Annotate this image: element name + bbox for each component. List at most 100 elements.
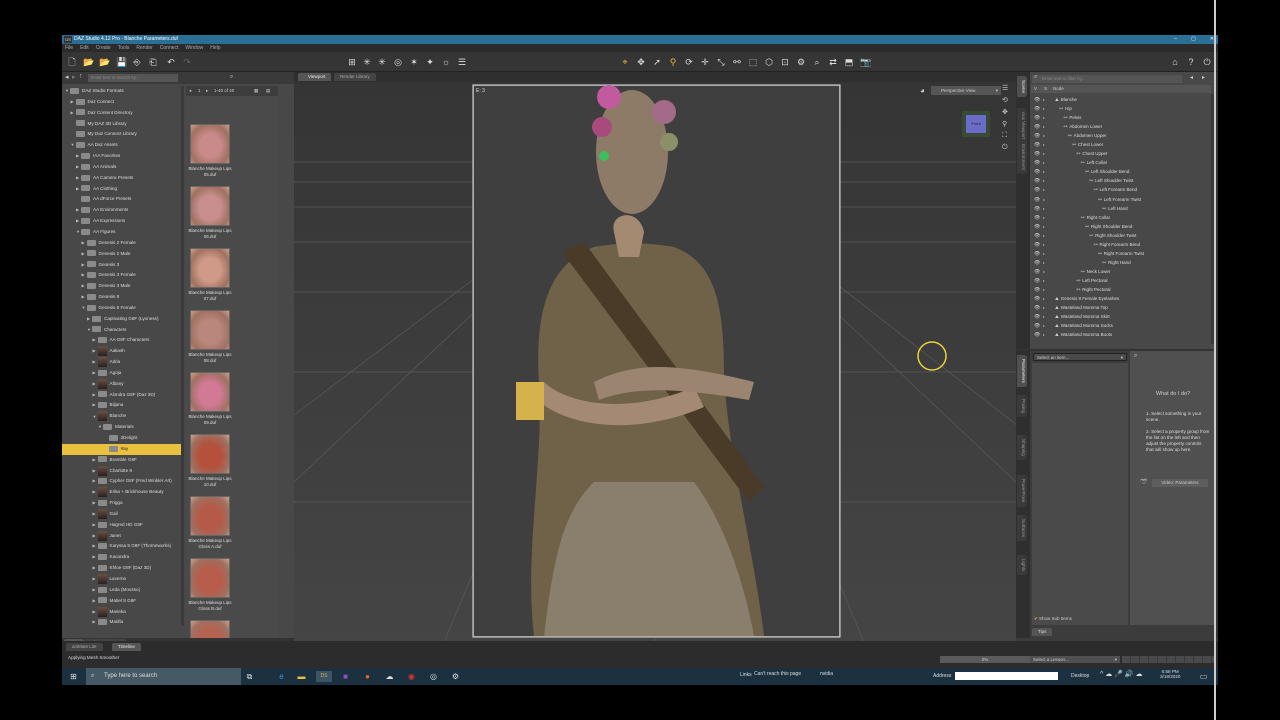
scene-node[interactable]: 👁 ▸ ⚯ Left Pectoral	[1031, 276, 1211, 285]
grid-view-icon[interactable]: ▦	[254, 86, 258, 96]
scene-node[interactable]: 👁 ▸ ⛰ Wasteland Momma Boots	[1031, 330, 1211, 339]
reset-view-icon[interactable]: ⏻	[1002, 144, 1008, 152]
scene-back-icon[interactable]: ◂	[1190, 74, 1193, 81]
next-page-icon[interactable]: ▸	[206, 86, 208, 96]
scene-node[interactable]: 👁 ▸ ⚯ Left Forearm Bend	[1031, 185, 1211, 194]
joint-editor-icon[interactable]: ⚯	[732, 57, 742, 67]
file-explorer-icon[interactable]: ▬	[296, 671, 307, 682]
scene-node[interactable]: 👁 ▸ ⚯ Chest Lower	[1031, 140, 1211, 149]
tree-item[interactable]: ▶ Gail	[62, 508, 182, 520]
view-cube[interactable]: Front	[966, 115, 986, 133]
scene-node[interactable]: 👁 ▸ ⚯ Right Collar	[1031, 213, 1211, 222]
selectable-icon[interactable]: ▸	[1043, 312, 1051, 321]
selectable-icon[interactable]: ▸	[1043, 158, 1051, 167]
scene-node[interactable]: 👁 ▸ ⛰ Wasteland Momma Socks	[1031, 321, 1211, 330]
lips-thumbnail[interactable]	[190, 558, 230, 598]
universal-tool-icon[interactable]: ✥	[636, 57, 646, 67]
selectable-icon[interactable]: ▸	[1043, 140, 1051, 149]
scene-node[interactable]: 👁 ▸ ⚯ Abdomen Lower	[1031, 122, 1211, 131]
selectable-icon[interactable]: ▸	[1043, 249, 1051, 258]
tree-item[interactable]: ▶ Alondra G8F (Daz 3D)	[62, 390, 182, 401]
zoom-icon[interactable]: ⚲	[1002, 120, 1007, 128]
vtab-environment[interactable]: Environment	[1017, 140, 1027, 174]
col-visible[interactable]: V	[1034, 85, 1037, 93]
lesson-select[interactable]: Select a Lesson... ▾	[1030, 656, 1120, 663]
collapsed-arrow-icon[interactable]: ▶	[93, 476, 98, 487]
lips-thumbnail[interactable]	[190, 124, 230, 164]
task-view-icon[interactable]: ⧉	[244, 671, 255, 682]
tree-item[interactable]: ▶ Laverne	[62, 573, 182, 585]
tree-item[interactable]: ▶ Cypher G8F (Fred Winkler Art)	[62, 476, 182, 487]
selectable-icon[interactable]: ▸	[1043, 104, 1051, 113]
collapsed-arrow-icon[interactable]: ▶	[82, 238, 87, 249]
tree-item[interactable]: My Daz Connect Library	[62, 129, 182, 140]
lips-thumbnail[interactable]	[190, 310, 230, 350]
vtab-parameters[interactable]: Parameters	[1017, 355, 1027, 387]
lips-thumbnail[interactable]	[190, 186, 230, 226]
tab-render-library[interactable]: Render Library	[334, 73, 376, 81]
search-icon[interactable]: ⌕	[230, 74, 233, 81]
selectable-icon[interactable]: ▸	[1043, 122, 1051, 131]
collapsed-arrow-icon[interactable]: ▶	[93, 617, 98, 626]
minimize-button[interactable]: –	[1174, 35, 1177, 44]
selectable-icon[interactable]: ▸	[1043, 204, 1051, 213]
pan-icon[interactable]: ✥	[1002, 108, 1008, 116]
tree-item[interactable]: ▶ Marilla	[62, 617, 182, 626]
3d-viewport[interactable]: E: 3 ◕ Perspective View ▾ Front ☰ ⟲ ✥ ⚲ ⛶…	[294, 82, 1016, 642]
tree-item[interactable]: ▶ AA Clothing	[62, 184, 182, 195]
app-icon[interactable]: ☁	[384, 671, 395, 682]
windows-start-icon[interactable]: ⊞	[68, 671, 79, 682]
selectable-icon[interactable]: ▸	[1043, 222, 1051, 231]
collapsed-arrow-icon[interactable]: ▶	[82, 260, 87, 271]
list-view-icon[interactable]: ▤	[266, 86, 270, 96]
active-pose-tool-icon[interactable]: ⚲	[668, 57, 678, 67]
tree-item[interactable]: ▶ Genesis 3 Female	[62, 270, 182, 281]
collapsed-arrow-icon[interactable]: ▶	[93, 563, 98, 574]
menu-file[interactable]: File	[65, 44, 73, 52]
collapsed-arrow-icon[interactable]: ▶	[93, 498, 98, 509]
translate-tool-icon[interactable]: ✛	[700, 57, 710, 67]
collapsed-arrow-icon[interactable]: ▶	[93, 585, 98, 596]
scene-forward-icon[interactable]: ▸	[1202, 74, 1205, 81]
daz-studio-taskbar-icon[interactable]: DS	[316, 671, 332, 682]
pointer-tool-icon[interactable]: ➚	[652, 57, 662, 67]
link-nvidia[interactable]: nvidia	[820, 671, 833, 677]
selectable-icon[interactable]: ▸	[1043, 149, 1051, 158]
content-search-input[interactable]: Enter text to search by...	[88, 74, 178, 82]
selectable-icon[interactable]: ▸	[1043, 113, 1051, 122]
menu-tools[interactable]: Tools	[118, 44, 130, 52]
tab-viewport[interactable]: Viewport	[298, 73, 332, 81]
col-node[interactable]: Node	[1053, 85, 1064, 93]
selectable-icon[interactable]: ▸	[1043, 213, 1051, 222]
menu-render[interactable]: Render	[136, 44, 152, 52]
collapsed-arrow-icon[interactable]: ▶	[71, 97, 76, 108]
vtab-aux-viewport[interactable]: Aux Viewport	[1017, 108, 1027, 143]
tree-item[interactable]: ▶ Hagred HD G8F	[62, 520, 182, 531]
tree-item[interactable]: ▶ Genesis 2 Female	[62, 238, 182, 249]
collapsed-arrow-icon[interactable]: ▶	[93, 390, 98, 401]
tab-animate-lite[interactable]: aniMate Lite	[66, 643, 103, 651]
taskbar-search-box[interactable]: ⌕ Type here to search	[86, 668, 241, 685]
selectable-icon[interactable]: ▸	[1043, 195, 1051, 204]
node-weight-icon[interactable]: ⚙	[796, 57, 806, 67]
collapsed-arrow-icon[interactable]: ▶	[93, 455, 98, 466]
spotlight-icon[interactable]: ✳	[377, 57, 387, 67]
distant-light-icon[interactable]: ✶	[409, 57, 419, 67]
tree-item[interactable]: ▼ Genesis 8 Female	[62, 303, 182, 314]
vtab-lights[interactable]: Lights	[1017, 555, 1027, 576]
tree-item[interactable]: ▶ Erika + Brickhouse Beauty	[62, 487, 182, 498]
selectable-icon[interactable]: ▸	[1043, 231, 1051, 240]
point-light-icon[interactable]: ◎	[393, 57, 403, 67]
frame-icon[interactable]: ⛶	[1002, 132, 1007, 140]
scene-filter-input[interactable]: Enter text to filter by...	[1032, 75, 1182, 83]
onenote-icon[interactable]: ■	[340, 671, 351, 682]
scene-node[interactable]: 👁 ▸ ⚯ Left Collar	[1031, 158, 1211, 167]
collapsed-arrow-icon[interactable]: ▶	[93, 400, 98, 411]
tree-item[interactable]: ▼ AA Figures	[62, 227, 182, 238]
scene-node[interactable]: 👁 ▸ ⚯ Right Shoulder Bend	[1031, 222, 1211, 231]
selectable-icon[interactable]: ▸	[1043, 330, 1051, 339]
selectable-icon[interactable]: ▸	[1043, 294, 1051, 303]
scene-node[interactable]: 👁 ▸ ⛰ Wasteland Momma Top	[1031, 303, 1211, 312]
tree-item[interactable]: ▶ Captivating G8F (Lyoness)	[62, 314, 182, 325]
tree-item[interactable]: ▶ Adria	[62, 357, 182, 368]
